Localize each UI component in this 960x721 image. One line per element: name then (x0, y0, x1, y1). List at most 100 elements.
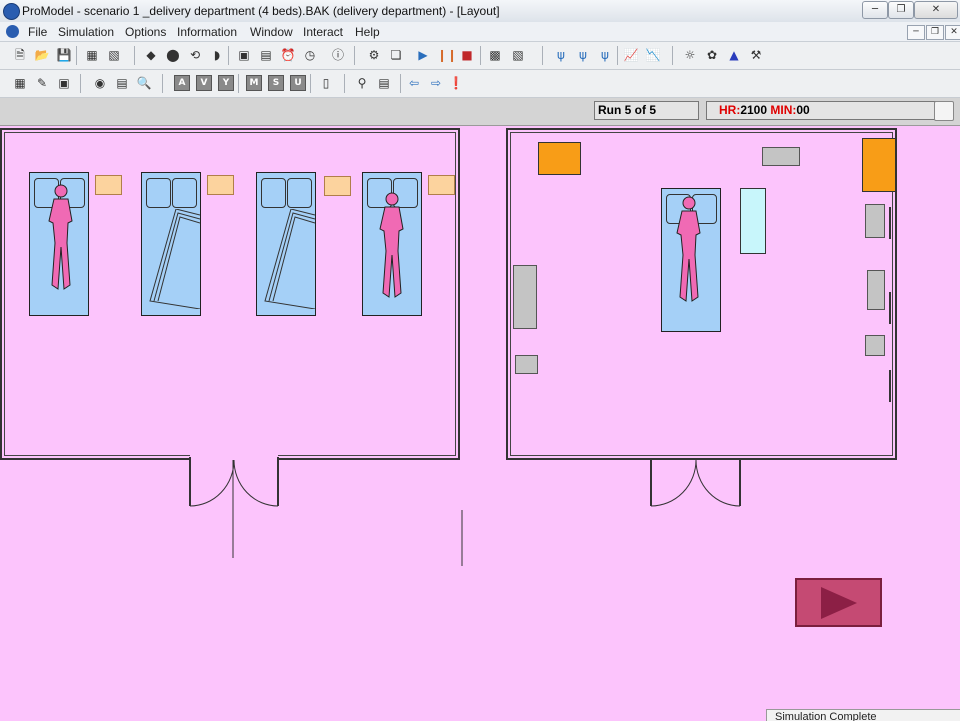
export-icon[interactable]: ⇨ (428, 75, 444, 91)
entities-icon[interactable]: ⬤ (165, 47, 181, 63)
edit-table-icon[interactable]: ✎ (34, 75, 50, 91)
new-icon[interactable]: 🗎 (12, 47, 28, 63)
minimize-icon: ─ (871, 4, 879, 15)
open-icon[interactable]: 📂 (34, 47, 50, 63)
info-icon[interactable]: ⓘ (330, 47, 346, 63)
windows-icon[interactable]: ❏ (388, 47, 404, 63)
play-button[interactable] (795, 578, 882, 627)
equipment-orange-1[interactable] (538, 142, 581, 175)
blanket-fold (264, 209, 315, 309)
layout-icon[interactable]: ▣ (56, 75, 72, 91)
pause-icon[interactable]: ❙❙ (437, 47, 457, 63)
report-icon[interactable]: ▤ (376, 75, 392, 91)
main-toolbar: 🗎 📂 💾 ▦ ▧ ◆ ⬤ ⟲ ◗ ▣ ▤ ⏰ ◷ ⓘ ⚙ ❏ ▶ ❙❙ ■ ▩… (0, 42, 960, 70)
clock-icon[interactable]: ◷ (302, 47, 318, 63)
path-networks-icon[interactable]: ⟲ (187, 47, 203, 63)
door-swing-left-2 (233, 459, 279, 507)
bassinet[interactable] (740, 188, 766, 254)
equipment-grey-top[interactable] (762, 147, 800, 166)
debug-icon[interactable]: ▧ (510, 47, 526, 63)
bed-chart (95, 175, 122, 195)
equipment-grey-small[interactable] (515, 355, 538, 374)
promodel-app-icon[interactable] (3, 3, 20, 20)
equipment-grey-right-3[interactable] (865, 335, 885, 356)
mdi-minimize-button[interactable]: ─ (907, 25, 925, 40)
run-icon[interactable]: ▶ (415, 47, 431, 63)
menu-interact[interactable]: Interact (303, 25, 343, 39)
model-package-icon[interactable]: ▧ (106, 47, 122, 63)
shifts-icon[interactable]: ⏰ (280, 47, 296, 63)
close-button[interactable]: ✕ (914, 1, 958, 19)
maximize-button[interactable]: ❐ (888, 1, 914, 19)
equipment-grey-right-1[interactable] (865, 204, 885, 238)
processing-icon[interactable]: ▣ (236, 47, 252, 63)
bed-chart (207, 175, 234, 195)
simulation-clock: HR:2100 MIN:00 (706, 101, 940, 120)
warning-icon[interactable]: ❗ (448, 75, 464, 91)
search-icon[interactable]: 🔍 (136, 75, 152, 91)
door-swing-right-2 (695, 459, 741, 507)
bed-chart (324, 176, 351, 196)
page-icon[interactable]: ▯ (318, 75, 334, 91)
dynamic-plot-icon[interactable]: 📉 (645, 47, 661, 63)
run-counter: Run 5 of 5 (594, 101, 699, 120)
import-icon[interactable]: ⇦ (406, 75, 422, 91)
wall-fixture (889, 207, 891, 239)
letter-button-s[interactable]: S (268, 75, 284, 91)
settings-icon[interactable]: ⚙ (366, 47, 382, 63)
chart-icon[interactable]: 📈 (623, 47, 639, 63)
letter-button-a[interactable]: A (174, 75, 190, 91)
letter-button-v[interactable]: V (196, 75, 212, 91)
menu-information[interactable]: Information (177, 25, 237, 39)
merge-icon[interactable]: ▦ (84, 47, 100, 63)
menu-file[interactable]: File (28, 25, 47, 39)
triangle-icon[interactable]: ▲ (726, 47, 742, 63)
menu-simulation[interactable]: Simulation (58, 25, 114, 39)
menu-window[interactable]: Window (250, 25, 293, 39)
trace-step-icon[interactable]: ψ (575, 47, 591, 63)
door-swing-right-1 (650, 459, 697, 507)
bed-2[interactable] (141, 172, 201, 316)
arrivals-icon[interactable]: ▤ (258, 47, 274, 63)
status-toggle-button[interactable] (934, 101, 954, 121)
equipment-grey-cabinet[interactable] (513, 265, 537, 329)
patient-icon (379, 192, 404, 298)
secondary-toolbar: ▦ ✎ ▣ ◉ ▤ 🔍 A V Y M S U ▯ ⚲ ▤ ⇦ ⇨ ❗ (0, 70, 960, 98)
save-icon[interactable]: 💾 (56, 47, 72, 63)
locations-icon[interactable]: ◆ (143, 47, 159, 63)
tools-icon[interactable]: ⚒ (748, 47, 764, 63)
find-icon[interactable]: ⚲ (354, 75, 370, 91)
camera-icon[interactable]: ◉ (92, 75, 108, 91)
equipment-orange-2[interactable] (862, 138, 896, 192)
close-icon: ✕ (931, 4, 941, 15)
letter-button-y[interactable]: Y (218, 75, 234, 91)
minimize-button[interactable]: ─ (862, 1, 888, 19)
menu-help[interactable]: Help (355, 25, 380, 39)
menu-bar: File Simulation Options Information Wind… (0, 22, 960, 42)
stop-icon[interactable]: ■ (459, 47, 475, 63)
bed-3[interactable] (256, 172, 316, 316)
bed-1[interactable] (29, 172, 89, 316)
table-icon[interactable]: ▦ (12, 75, 28, 91)
simulation-complete-dialog[interactable]: Simulation Complete (766, 709, 960, 721)
mdi-restore-button[interactable]: ❐ (926, 25, 944, 40)
door-swing-left-1 (189, 459, 235, 507)
letter-button-u[interactable]: U (290, 75, 306, 91)
bed-4[interactable] (362, 172, 422, 316)
resources-icon[interactable]: ◗ (209, 47, 225, 63)
trace-icon[interactable]: ψ (553, 47, 569, 63)
equipment-grey-right-2[interactable] (867, 270, 885, 310)
picture-icon[interactable]: ▤ (114, 75, 130, 91)
hr-label: HR: (719, 103, 741, 117)
layout-canvas[interactable]: Simulation Complete (0, 126, 960, 721)
menu-options[interactable]: Options (125, 25, 166, 39)
letter-button-m[interactable]: M (246, 75, 262, 91)
patient-icon (676, 196, 701, 302)
speed-icon[interactable]: ✿ (704, 47, 720, 63)
mdi-close-button[interactable]: ✕ (945, 25, 960, 40)
trace-continuous-icon[interactable]: ψ (597, 47, 613, 63)
zoom-icon[interactable]: ☼ (682, 47, 698, 63)
animation-icon[interactable]: ▩ (487, 47, 503, 63)
delivery-bed[interactable] (661, 188, 721, 332)
document-icon[interactable] (6, 25, 19, 38)
